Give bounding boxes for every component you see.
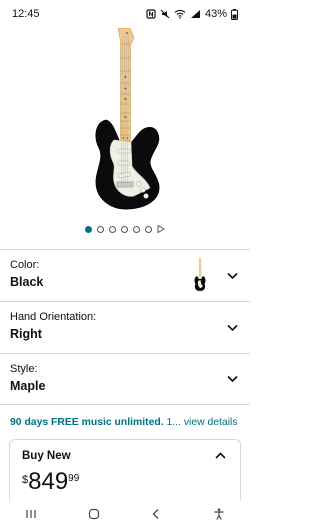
music-promo[interactable]: 90 days FREE music unlimited. 1... view … <box>10 417 245 428</box>
color-selector[interactable]: Color: Black <box>0 249 250 301</box>
battery-icon <box>231 8 238 20</box>
color-thumbnail <box>194 258 206 291</box>
status-icons: 43% <box>146 8 238 20</box>
view-details-link[interactable]: view details <box>181 417 238 428</box>
mute-icon <box>160 9 170 19</box>
pagination-dot[interactable] <box>145 225 152 233</box>
hand-orientation-label: Hand Orientation: <box>10 311 97 323</box>
buy-new-title: Buy New <box>22 450 71 462</box>
accessibility-icon[interactable] <box>213 508 225 520</box>
chevron-down-icon <box>227 375 238 383</box>
battery-percent: 43% <box>204 8 227 20</box>
product-image[interactable] <box>0 28 250 220</box>
buy-new-card[interactable]: Buy New $ 849 99 <box>9 439 241 509</box>
price-fraction: 99 <box>68 473 80 484</box>
hand-orientation-selector[interactable]: Hand Orientation: Right <box>0 301 250 353</box>
chevron-down-icon <box>227 324 238 331</box>
pagination-dot[interactable] <box>109 225 116 233</box>
pagination-dot[interactable] <box>97 225 104 233</box>
price: $ 849 99 <box>22 470 228 494</box>
play-video-icon[interactable] <box>157 225 165 233</box>
style-value: Maple <box>10 379 46 393</box>
status-bar: 12:45 43% <box>0 0 250 28</box>
wifi-icon <box>174 9 186 19</box>
promo-text: 90 days FREE music unlimited. <box>10 417 164 428</box>
price-whole: 849 <box>28 468 69 495</box>
hand-orientation-value: Right <box>10 327 42 341</box>
chevron-up-icon[interactable] <box>215 452 226 459</box>
image-pagination[interactable] <box>0 225 250 233</box>
recent-apps-icon[interactable] <box>25 508 37 520</box>
pagination-dot[interactable] <box>85 225 92 233</box>
chevron-down-icon <box>227 272 238 279</box>
guitar-image <box>95 28 160 210</box>
status-time: 12:45 <box>12 8 40 20</box>
back-icon[interactable] <box>150 508 162 520</box>
pagination-dot[interactable] <box>121 225 128 233</box>
promo-trail: 1... <box>163 417 181 428</box>
style-label: Style: <box>10 363 38 375</box>
signal-icon <box>190 10 200 18</box>
style-selector[interactable]: Style: Maple <box>0 353 250 405</box>
pagination-dot[interactable] <box>133 225 140 233</box>
home-icon[interactable] <box>88 508 100 520</box>
nfc-icon <box>146 9 156 19</box>
system-nav-bar <box>0 501 250 527</box>
